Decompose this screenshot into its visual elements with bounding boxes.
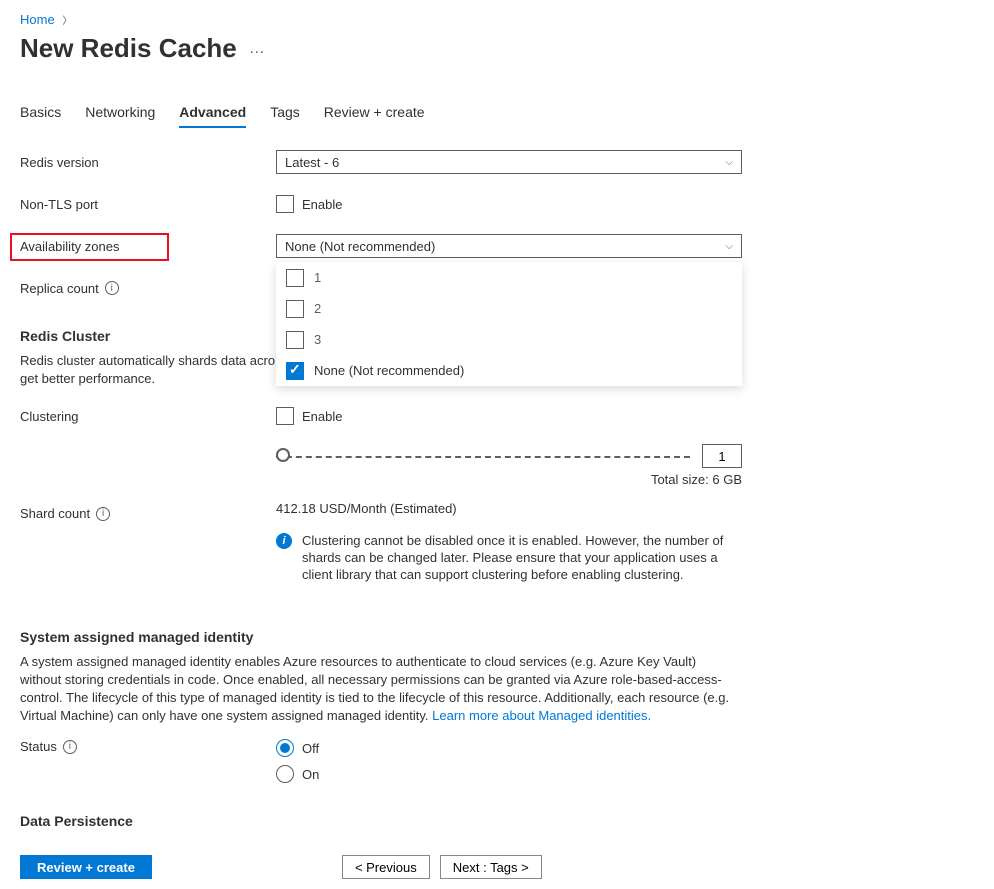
non-tls-checkbox[interactable] [276,195,294,213]
breadcrumb-home-link[interactable]: Home [20,12,55,27]
availability-zones-select[interactable]: None (Not recommended) ⌵ [276,234,742,258]
total-size-label: Total size: 6 GB [276,472,742,487]
option-label: 2 [314,301,321,316]
managed-identities-link[interactable]: Learn more about Managed identities. [432,708,651,723]
info-icon: i [276,533,292,549]
info-icon[interactable]: i [96,507,110,521]
estimated-price: 412.18 USD/Month (Estimated) [276,501,760,516]
tab-networking[interactable]: Networking [85,104,155,128]
checkbox-checked-icon [286,362,304,380]
option-label: 3 [314,332,321,347]
zone-option-2[interactable]: 2 [276,293,742,324]
clustering-checkbox[interactable] [276,407,294,425]
clustering-info-text: Clustering cannot be disabled once it is… [302,532,742,583]
shard-count-label: Shard count i [20,506,276,521]
zone-option-3[interactable]: 3 [276,324,742,355]
managed-identity-desc: A system assigned managed identity enabl… [20,653,740,725]
clustering-label: Clustering [20,409,276,424]
slider-thumb[interactable] [276,448,290,462]
redis-version-value: Latest - 6 [285,155,339,170]
more-menu-icon[interactable]: … [249,40,266,58]
tab-review[interactable]: Review + create [324,104,425,128]
radio-icon [276,765,294,783]
data-persistence-heading: Data Persistence [20,813,760,829]
non-tls-label: Non-TLS port [20,197,276,212]
annotation-highlight-label [10,233,169,261]
redis-version-select[interactable]: Latest - 6 ⌵ [276,150,742,174]
shard-count-input[interactable] [702,444,742,468]
page-title: New Redis Cache [20,33,237,64]
info-icon[interactable]: i [105,281,119,295]
tab-tags[interactable]: Tags [270,104,300,128]
breadcrumb: Home 〉 [20,12,994,27]
availability-zones-value: None (Not recommended) [285,239,435,254]
replica-count-label: Replica count i [20,281,276,296]
status-on-radio[interactable]: On [276,765,760,783]
checkbox-icon [286,300,304,318]
tab-bar: Basics Networking Advanced Tags Review +… [20,104,994,128]
chevron-down-icon: ⌵ [725,157,733,168]
shard-slider[interactable] [276,454,690,458]
radio-icon [276,739,294,757]
status-off-radio[interactable]: Off [276,739,760,757]
review-create-button[interactable]: Review + create [20,855,152,879]
checkbox-icon [286,269,304,287]
status-on-label: On [302,767,319,782]
chevron-right-icon: 〉 [62,12,72,27]
next-button[interactable]: Next : Tags > [440,855,542,879]
redis-version-label: Redis version [20,155,276,170]
checkbox-icon [286,331,304,349]
previous-button[interactable]: < Previous [342,855,430,879]
chevron-down-icon: ⌵ [725,241,733,252]
option-label: 1 [314,270,321,285]
status-label: Status i [20,739,276,754]
availability-zones-dropdown: 1 2 3 None (Not recommended) [276,262,742,386]
status-off-label: Off [302,741,319,756]
non-tls-enable-label: Enable [302,197,342,212]
option-label: None (Not recommended) [314,363,464,378]
managed-identity-heading: System assigned managed identity [20,629,760,645]
tab-advanced[interactable]: Advanced [179,104,246,128]
footer-bar: Review + create < Previous Next : Tags > [20,855,542,879]
tab-basics[interactable]: Basics [20,104,61,128]
info-icon[interactable]: i [63,740,77,754]
zone-option-none[interactable]: None (Not recommended) [276,355,742,386]
zone-option-1[interactable]: 1 [276,262,742,293]
clustering-enable-label: Enable [302,409,342,424]
